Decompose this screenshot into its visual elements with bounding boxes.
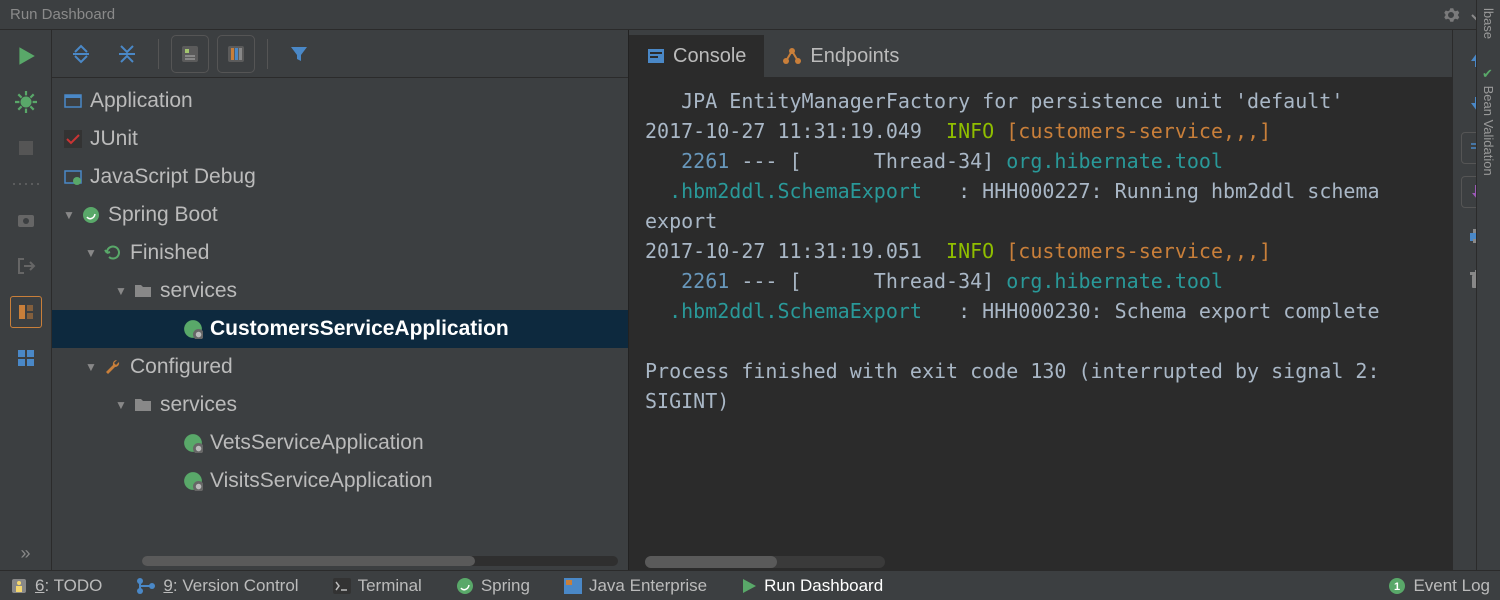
tree-node-configured[interactable]: ▼ Configured — [52, 348, 628, 386]
tree-label: Finished — [130, 241, 209, 265]
exit-icon[interactable] — [10, 250, 42, 282]
console-output[interactable]: JPA EntityManagerFactory for persistence… — [629, 78, 1452, 570]
tab-endpoints[interactable]: Endpoints — [764, 35, 917, 77]
stop-icon[interactable] — [10, 132, 42, 164]
config-tree: Application JUnit JavaScript Debug ▼ Spri… — [52, 78, 628, 570]
chevron-down-icon: ▼ — [60, 208, 78, 222]
panel-title: Run Dashboard — [10, 6, 115, 23]
panel-header: Run Dashboard — [0, 0, 1500, 30]
tab-label: Endpoints — [810, 45, 899, 68]
console-scrollbar[interactable] — [645, 556, 885, 568]
spring-run-icon — [180, 319, 206, 339]
group-status-icon[interactable] — [217, 35, 255, 73]
todo-icon — [10, 577, 28, 595]
tree-node-customers-service[interactable]: CustomersServiceApplication — [52, 310, 628, 348]
console-tabs: Console Endpoints — [629, 30, 1452, 78]
tab-label: Console — [673, 45, 746, 68]
sb-run-dashboard[interactable]: Run Dashboard — [741, 576, 883, 596]
tree-label: CustomersServiceApplication — [210, 317, 509, 341]
sb-todo[interactable]: 6: TODO — [10, 576, 102, 596]
svg-text:1: 1 — [1394, 581, 1400, 593]
side-tab-bean-validation[interactable]: ✔ Bean Validation — [1481, 63, 1496, 180]
javaee-icon — [564, 578, 582, 594]
tree-node-services-2[interactable]: ▼ services — [52, 386, 628, 424]
tree-label: Configured — [130, 355, 233, 379]
filter-icon[interactable] — [280, 35, 318, 73]
debug-icon[interactable] — [10, 86, 42, 118]
toolbar-divider — [158, 39, 159, 69]
tree-scrollbar[interactable] — [142, 556, 618, 566]
thumbnails-icon[interactable] — [10, 342, 42, 374]
tree-node-finished[interactable]: ▼ Finished — [52, 234, 628, 272]
tree-label: JavaScript Debug — [90, 165, 256, 189]
terminal-icon — [333, 578, 351, 594]
tree-panel: Application JUnit JavaScript Debug ▼ Spri… — [52, 30, 628, 570]
chevron-down-icon: ▼ — [82, 360, 100, 374]
folder-icon — [130, 283, 156, 299]
status-bar: 6: TODO 9: Version Control Terminal Spri… — [0, 570, 1500, 600]
run-gutter: » — [0, 30, 52, 570]
tree-toolbar — [52, 30, 628, 78]
folder-icon — [130, 397, 156, 413]
branch-icon — [136, 577, 156, 595]
tree-label: VetsServiceApplication — [210, 431, 424, 455]
sb-event-log[interactable]: 1Event Log — [1388, 576, 1490, 596]
tab-console[interactable]: Console — [629, 35, 764, 77]
endpoints-icon — [782, 47, 802, 65]
right-side-tabs: lbase ✔ Bean Validation — [1476, 0, 1500, 570]
chevron-down-icon: ▼ — [112, 284, 130, 298]
tree-label: services — [160, 393, 237, 417]
spring-run-icon — [180, 471, 206, 491]
wrench-icon — [100, 358, 126, 376]
tree-node-springboot[interactable]: ▼ Spring Boot — [52, 196, 628, 234]
chevron-down-icon: ▼ — [82, 246, 100, 260]
sb-java-enterprise[interactable]: Java Enterprise — [564, 576, 707, 596]
run-icon[interactable] — [10, 40, 42, 72]
expand-all-icon[interactable] — [62, 35, 100, 73]
sb-terminal[interactable]: Terminal — [333, 576, 422, 596]
tree-node-application[interactable]: Application — [52, 82, 628, 120]
tree-label: services — [160, 279, 237, 303]
tree-node-junit[interactable]: JUnit — [52, 120, 628, 158]
tree-node-visits-service[interactable]: VisitsServiceApplication — [52, 462, 628, 500]
collapse-all-icon[interactable] — [108, 35, 146, 73]
spring-run-icon — [180, 433, 206, 453]
console-panel: Console Endpoints JPA EntityManagerFacto… — [628, 30, 1452, 570]
console-icon — [647, 47, 665, 65]
toolbar-divider — [267, 39, 268, 69]
sb-spring[interactable]: Spring — [456, 576, 530, 596]
tree-label: Spring Boot — [108, 203, 218, 227]
tree-label: Application — [90, 89, 193, 113]
layout-icon[interactable] — [10, 296, 42, 328]
gear-icon[interactable] — [1438, 2, 1464, 28]
tree-node-jsdebug[interactable]: JavaScript Debug — [52, 158, 628, 196]
play-icon — [741, 578, 757, 594]
separator-dots — [10, 178, 42, 190]
more-icon[interactable]: » — [20, 543, 30, 564]
tree-label: JUnit — [90, 127, 138, 151]
spring-icon — [78, 206, 104, 224]
tree-node-vets-service[interactable]: VetsServiceApplication — [52, 424, 628, 462]
side-tab-database[interactable]: lbase — [1481, 4, 1496, 43]
group-type-icon[interactable] — [171, 35, 209, 73]
camera-icon[interactable] — [10, 204, 42, 236]
event-badge-icon: 1 — [1388, 577, 1406, 595]
tree-label: VisitsServiceApplication — [210, 469, 433, 493]
jsdebug-icon — [60, 168, 86, 186]
rerun-icon — [100, 244, 126, 262]
junit-icon — [60, 130, 86, 148]
run-config-icon — [60, 92, 86, 110]
spring-icon — [456, 577, 474, 595]
chevron-down-icon: ▼ — [112, 398, 130, 412]
sb-version-control[interactable]: 9: Version Control — [136, 576, 298, 596]
tree-node-services[interactable]: ▼ services — [52, 272, 628, 310]
